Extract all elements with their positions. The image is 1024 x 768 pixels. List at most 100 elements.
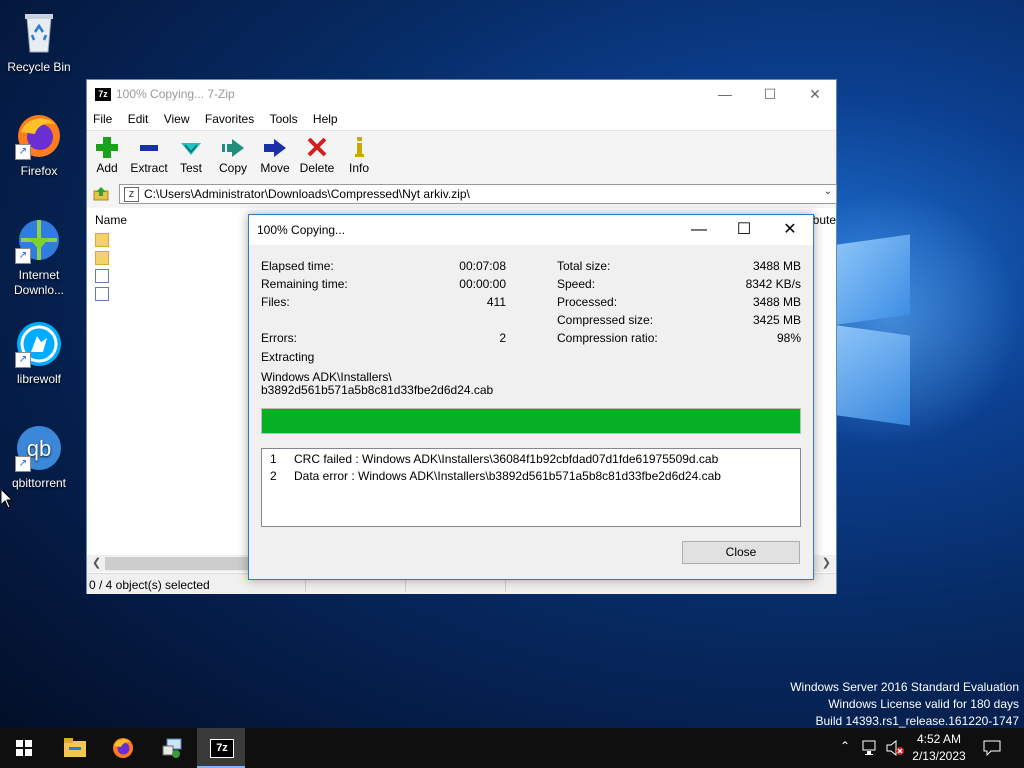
scrollbar-thumb[interactable] <box>105 557 250 570</box>
window-title: 100% Copying... 7-Zip <box>116 87 235 101</box>
move-label: Move <box>260 161 290 175</box>
scroll-right-icon[interactable]: ❯ <box>822 556 831 569</box>
clock[interactable]: 4:52 AM 2/13/2023 <box>904 731 974 765</box>
close-button[interactable]: Close <box>682 541 800 564</box>
delete-button[interactable]: Delete <box>296 135 338 175</box>
notifications-icon[interactable] <box>983 740 1001 756</box>
dialog-maximize-button[interactable]: ☐ <box>721 215 767 245</box>
dialog-minimize-button[interactable]: — <box>676 215 722 245</box>
test-check-icon <box>176 135 206 159</box>
error-list[interactable]: 1 CRC failed : Windows ADK\Installers\360… <box>261 448 801 527</box>
desktop-icon-label: qbittorrent <box>11 476 67 490</box>
close-window-button[interactable]: ✕ <box>792 80 838 110</box>
desktop-icon-recycle-bin[interactable]: Recycle Bin <box>1 8 77 74</box>
copy-progress-dialog: 100% Copying... — ☐ ✕ Elapsed time: 00:0… <box>248 214 814 580</box>
dialog-close-button[interactable]: ✕ <box>767 215 813 245</box>
column-header-attributes[interactable]: bute <box>813 213 836 227</box>
menu-bar: File Edit View Favorites Tools Help <box>87 110 836 130</box>
elapsed-time-value: 00:07:08 <box>459 259 506 273</box>
current-path-line1: Windows ADK\Installers\ <box>261 370 392 384</box>
scroll-left-icon[interactable]: ❮ <box>92 556 101 569</box>
address-field[interactable]: Z C:\Users\Administrator\Downloads\Compr… <box>119 184 837 204</box>
error-row[interactable]: 1 CRC failed : Windows ADK\Installers\360… <box>270 452 718 466</box>
menu-edit[interactable]: Edit <box>122 110 155 126</box>
speed-value: 8342 KB/s <box>745 277 801 291</box>
test-button[interactable]: Test <box>170 135 212 175</box>
speed-label: Speed: <box>557 277 596 291</box>
files-value: 411 <box>486 295 506 309</box>
network-icon[interactable] <box>862 740 880 756</box>
folder-icon[interactable] <box>95 233 109 247</box>
taskbar-file-explorer[interactable] <box>50 728 98 768</box>
desktop-icon-internet-download-manager[interactable]: ↗ Internet Downlo... <box>1 216 77 298</box>
add-plus-icon <box>92 135 122 159</box>
volume-muted-icon[interactable] <box>886 740 906 756</box>
up-folder-icon[interactable] <box>93 185 109 201</box>
shortcut-arrow-icon: ↗ <box>15 248 31 264</box>
watermark-license: Windows License valid for 180 days <box>828 697 1019 711</box>
progress-bar-fill <box>262 409 800 433</box>
current-path-line2: b3892d561b571a5b8c81d33fbe2d6d24.cab <box>261 383 494 397</box>
minimize-button[interactable]: — <box>702 80 748 110</box>
clock-time: 4:52 AM <box>916 732 962 746</box>
menu-help[interactable]: Help <box>307 110 344 126</box>
setup-file-icon[interactable] <box>95 269 109 283</box>
qbittorrent-icon: qb ↗ <box>15 424 63 472</box>
compression-ratio-label: Compression ratio: <box>557 331 658 345</box>
firefox-icon <box>113 738 133 758</box>
add-button[interactable]: Add <box>86 135 128 175</box>
menu-favorites[interactable]: Favorites <box>199 110 260 126</box>
selection-status: 0 / 4 object(s) selected <box>89 578 210 592</box>
setup-file-icon[interactable] <box>95 287 109 301</box>
start-button[interactable] <box>0 728 48 768</box>
info-label: Info <box>348 161 369 175</box>
firefox-icon: ↗ <box>15 112 63 160</box>
copy-button[interactable]: Copy <box>212 135 254 175</box>
compressed-size-value: 3425 MB <box>752 313 801 327</box>
column-header-name[interactable]: Name <box>95 213 127 227</box>
info-button[interactable]: Info <box>338 135 380 175</box>
add-label: Add <box>96 161 118 175</box>
desktop-icon-qbittorrent[interactable]: qb ↗ qbittorrent <box>1 424 77 490</box>
clock-date: 2/13/2023 <box>912 749 966 763</box>
system-tray: ⌃ <box>838 728 908 768</box>
shortcut-arrow-icon: ↗ <box>15 352 31 368</box>
test-label: Test <box>179 161 202 175</box>
elapsed-time-label: Elapsed time: <box>261 259 334 273</box>
taskbar-7zip[interactable]: 7z <box>197 728 245 768</box>
taskbar-network-tool[interactable] <box>148 728 196 768</box>
windows-watermark: Windows Server 2016 Standard Evaluation … <box>790 679 1019 730</box>
folder-icon[interactable] <box>95 251 109 265</box>
address-text: C:\Users\Administrator\Downloads\Compres… <box>144 187 470 201</box>
desktop-icon-label: Firefox <box>20 164 58 178</box>
title-bar[interactable]: 7z 100% Copying... 7-Zip — ☐ ✕ <box>87 80 836 110</box>
operation-label: Extracting <box>261 350 315 364</box>
start-icon <box>16 740 32 756</box>
extract-label: Extract <box>130 161 168 175</box>
recycle-bin-icon <box>15 8 63 56</box>
taskbar: 7z ⌃ 4:52 AM 2/13/2023 <box>0 728 1024 768</box>
desktop-icon-librewolf[interactable]: ↗ librewolf <box>1 320 77 386</box>
error-row[interactable]: 2 Data error : Windows ADK\Installers\b38… <box>270 469 721 483</box>
menu-file[interactable]: File <box>87 110 118 126</box>
dialog-title-bar[interactable]: 100% Copying... — ☐ ✕ <box>249 215 813 245</box>
processed-label: Processed: <box>557 295 618 309</box>
desktop-icon-firefox[interactable]: ↗ Firefox <box>1 112 77 178</box>
shortcut-arrow-icon: ↗ <box>15 144 31 160</box>
menu-tools[interactable]: Tools <box>264 110 304 126</box>
internet-download-manager-icon: ↗ <box>15 216 63 264</box>
chevron-up-icon[interactable]: ⌃ <box>840 739 850 753</box>
move-arrow-icon <box>260 135 290 159</box>
compressed-size-label: Compressed size: <box>557 313 654 327</box>
chevron-down-icon[interactable]: ⌄ <box>824 186 832 197</box>
extract-button[interactable]: Extract <box>128 135 170 175</box>
total-size-value: 3488 MB <box>752 259 801 273</box>
maximize-button[interactable]: ☐ <box>747 80 793 110</box>
info-icon <box>344 135 374 159</box>
watermark-edition: Windows Server 2016 Standard Evaluation <box>790 680 1019 694</box>
taskbar-firefox[interactable] <box>99 728 147 768</box>
copy-arrow-icon <box>218 135 248 159</box>
menu-view[interactable]: View <box>158 110 196 126</box>
errors-label: Errors: <box>261 331 297 345</box>
move-button[interactable]: Move <box>254 135 296 175</box>
